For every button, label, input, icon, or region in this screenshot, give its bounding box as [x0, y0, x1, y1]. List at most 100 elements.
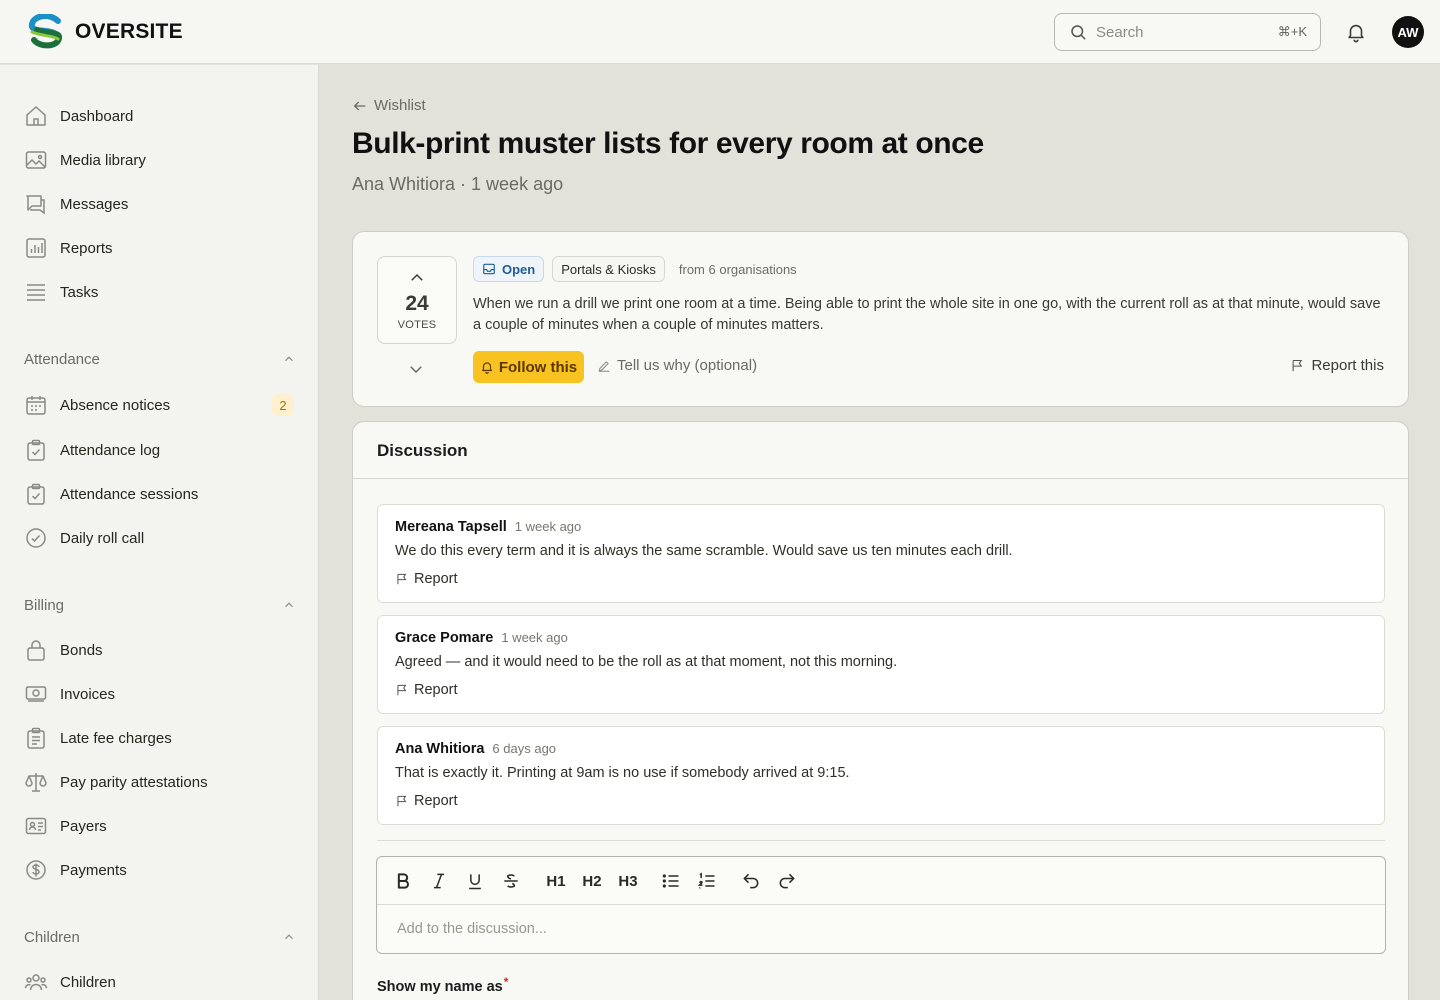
sidebar-item-label: Invoices: [60, 685, 116, 703]
users-icon: [24, 974, 48, 991]
sidebar-item-pay-parity-attestations[interactable]: Pay parity attestations: [24, 767, 296, 797]
arrow-left-icon: [353, 101, 366, 110]
sidebar-item-label: Daily roll call: [60, 529, 145, 547]
section-children-toggle[interactable]: Children: [24, 926, 296, 948]
notifications-bell-icon[interactable]: [1345, 21, 1367, 43]
chart-icon: [26, 238, 46, 258]
comment-author: Grace Pomare: [395, 630, 494, 646]
sidebar-item-absence-notices[interactable]: Absence notices 2: [24, 390, 296, 420]
italic-icon: [434, 873, 444, 889]
app-name: OVERSITE: [75, 20, 183, 43]
breadcrumb-link[interactable]: Wishlist: [374, 97, 426, 114]
comment: Grace Pomare 1 week ago Agreed — and it …: [377, 615, 1385, 714]
report-comment-button[interactable]: Report: [395, 571, 458, 587]
page-title: Bulk-print muster lists for every room a…: [352, 127, 984, 160]
bold-button[interactable]: [391, 869, 415, 893]
sidebar-item-messages[interactable]: Messages: [24, 189, 296, 219]
comment-text: We do this every term and it is always t…: [395, 543, 1013, 559]
heading-3-button[interactable]: H3: [615, 869, 641, 893]
idea-description: When we run a drill we print one room at…: [473, 296, 1381, 333]
image-icon: [25, 151, 47, 169]
required-mark: *: [503, 975, 509, 989]
chevron-up-icon: [285, 934, 293, 940]
downvote-chevron-icon[interactable]: [407, 360, 425, 378]
sidebar-item-daily-roll-call[interactable]: Daily roll call: [24, 523, 296, 553]
flag-icon: [397, 795, 407, 807]
search-placeholder: Search: [1096, 23, 1144, 41]
editor-toolbar: H1 H2 H3: [377, 857, 1385, 905]
comment-editor[interactable]: H1 H2 H3 Add to the discussion...: [376, 856, 1386, 954]
section-billing-toggle[interactable]: Billing: [24, 594, 296, 616]
sidebar-item-label: Media library: [60, 151, 146, 169]
bullet-list-icon: [662, 874, 679, 888]
page-meta: Ana Whitiora · 1 week ago: [352, 174, 564, 194]
count-badge: 2: [272, 394, 294, 416]
report-idea-label: Report this: [1311, 357, 1384, 374]
heading-2-button[interactable]: H2: [579, 869, 605, 893]
idea-tags: Open Portals & Kiosks from 6 organisatio…: [473, 256, 797, 282]
comment-author: Ana Whitiora: [395, 741, 485, 757]
search-icon: [1071, 25, 1086, 40]
undo-button[interactable]: [739, 869, 763, 893]
sidebar-item-media-library[interactable]: Media library: [24, 145, 296, 175]
discussion-card: Discussion Mereana Tapsell 1 week ago We…: [352, 421, 1409, 1000]
section-title: Attendance: [24, 350, 100, 368]
follow-label: Follow this: [498, 358, 578, 376]
flag-icon: [397, 684, 407, 696]
id-card-icon: [25, 817, 47, 835]
section-attendance-toggle[interactable]: Attendance: [24, 348, 296, 370]
check-circle-icon: [26, 528, 46, 548]
organisations-count: from 6 organisations: [678, 261, 797, 277]
strikethrough-icon: [504, 874, 518, 888]
redo-button[interactable]: [775, 869, 799, 893]
underline-button[interactable]: [463, 869, 487, 893]
numbered-list-button[interactable]: [695, 869, 719, 893]
report-label: Report: [414, 682, 458, 698]
idea-card: 24 VOTES Open Portals & Kiosks from 6 or…: [352, 231, 1409, 407]
heading-1-button[interactable]: H1: [543, 869, 569, 893]
sidebar-item-label: Tasks: [60, 283, 99, 301]
upvote-chevron-icon[interactable]: [408, 269, 426, 287]
bold-icon: [397, 873, 409, 889]
report-label: Report: [414, 793, 458, 809]
discussion-title: Discussion: [377, 441, 468, 460]
pencil-icon: [598, 360, 610, 372]
comment-author: Mereana Tapsell: [395, 519, 507, 535]
report-label: Report: [414, 571, 458, 587]
clipboard-check-icon: [27, 483, 45, 505]
tell-us-why-button[interactable]: Tell us why (optional): [597, 357, 757, 374]
avatar[interactable]: AW: [1392, 16, 1424, 48]
sidebar-item-attendance-sessions[interactable]: Attendance sessions: [24, 479, 296, 509]
report-idea-button[interactable]: Report this: [1290, 357, 1384, 374]
sidebar-item-payments[interactable]: Payments: [24, 855, 296, 885]
sidebar-item-label: Absence notices: [60, 396, 171, 414]
tell-us-why-label: Tell us why (optional): [617, 357, 758, 374]
search-input[interactable]: Search ⌘+K: [1054, 13, 1321, 51]
banknote-icon: [25, 686, 47, 702]
sidebar-item-payers[interactable]: Payers: [24, 811, 296, 841]
sidebar-item-children[interactable]: Children: [24, 967, 296, 997]
sidebar-item-tasks[interactable]: Tasks: [24, 277, 296, 307]
strikethrough-button[interactable]: [499, 869, 523, 893]
follow-button[interactable]: Follow this: [473, 351, 584, 383]
sidebar-item-reports[interactable]: Reports: [24, 233, 296, 263]
logo[interactable]: OVERSITE: [28, 14, 183, 50]
sidebar-item-invoices[interactable]: Invoices: [24, 679, 296, 709]
sidebar-item-label: Payments: [60, 861, 127, 879]
sidebar-item-late-fee-charges[interactable]: Late fee charges: [24, 723, 296, 753]
oversite-logo-icon: [28, 14, 62, 49]
sidebar: Dashboard Media library Messages Reports…: [0, 65, 319, 1000]
sidebar-item-bonds[interactable]: Bonds: [24, 635, 296, 665]
breadcrumb[interactable]: Wishlist: [352, 97, 426, 114]
italic-button[interactable]: [427, 869, 451, 893]
sidebar-item-dashboard[interactable]: Dashboard: [24, 101, 296, 131]
calendar-icon: [26, 396, 46, 415]
sidebar-item-attendance-log[interactable]: Attendance log: [24, 435, 296, 465]
top-bar: OVERSITE Search ⌘+K AW: [0, 0, 1440, 64]
report-comment-button[interactable]: Report: [395, 793, 458, 809]
sidebar-item-label: Attendance sessions: [60, 485, 199, 503]
bullet-list-button[interactable]: [659, 869, 683, 893]
report-comment-button[interactable]: Report: [395, 682, 458, 698]
category-badge: Portals & Kiosks: [552, 256, 665, 282]
sidebar-item-label: Bonds: [60, 641, 103, 659]
